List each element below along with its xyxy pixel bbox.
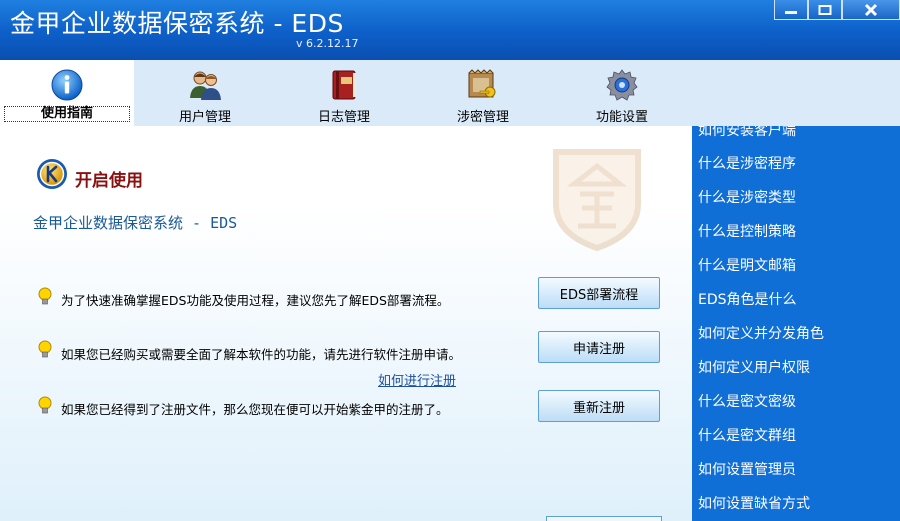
users-icon [190,71,221,100]
help-topic-link[interactable]: EDS角色是什么 [698,289,797,309]
secret-key-icon [468,69,496,98]
lightbulb-icon [38,287,52,305]
help-topic-link[interactable]: 如何设置管理员 [698,459,796,479]
start-usage-icon [37,159,67,189]
help-topic-link[interactable]: 什么是控制策略 [698,221,796,241]
help-topic-link[interactable]: 如何定义并分发角色 [698,323,824,343]
help-topic-link[interactable]: 什么是密文密级 [698,391,796,411]
apply-registration-button[interactable]: 申请注册 [538,331,660,363]
tab-label: 用户管理 [178,110,231,125]
lightbulb-icon [38,396,52,414]
help-topic-link[interactable]: 什么是密文群组 [698,425,796,445]
partial-button[interactable] [546,516,662,521]
close-icon [864,3,878,16]
window-controls [774,0,900,20]
info-icon [51,69,83,101]
tab-label: 功能设置 [595,110,648,125]
logbook-icon [332,70,356,100]
window-title: 金甲企业数据保密系统 - EDS [10,9,344,38]
title-bar: 金甲企业数据保密系统 - EDS v 6.2.12.17 [0,0,900,60]
eds-deployment-flow-button[interactable]: EDS部署流程 [538,277,660,309]
tab-log-management[interactable]: 日志管理 [277,60,411,126]
help-topic-link[interactable]: 如何定义用户权限 [698,357,810,377]
help-topic-link[interactable]: 如何设置缺省方式 [698,493,810,513]
main-toolbar: 使用指南 用户管理 日志管理 涉密管理 功能设置 [0,60,900,126]
product-subtitle: 金甲企业数据保密系统 - EDS [33,214,238,232]
tip-text-reregister: 如果您已经得到了注册文件，那么您现在便可以开始紫金甲的注册了。 [61,402,449,417]
tab-secret-management[interactable]: 涉密管理 [416,60,550,126]
help-topic-link[interactable]: 什么是涉密类型 [698,187,796,207]
re-register-button[interactable]: 重新注册 [538,390,660,422]
help-topic-link[interactable]: 如何安装客户端 [698,126,796,140]
lightbulb-icon [38,340,52,358]
how-to-register-link[interactable]: 如何进行注册 [378,370,456,389]
version-label: v 6.2.12.17 [296,37,359,50]
tab-function-settings[interactable]: 功能设置 [555,60,689,126]
tab-user-management[interactable]: 用户管理 [138,60,272,126]
help-topics-sidebar: 如何安装客户端 什么是涉密程序 什么是涉密类型 什么是控制策略 什么是明文邮箱 … [692,126,900,521]
help-topic-link[interactable]: 什么是明文邮箱 [698,255,796,275]
minimize-icon [785,10,797,14]
tab-label: 使用指南 [4,106,130,122]
content-panel: 开启使用 金甲企业数据保密系统 - EDS 为了快速准确掌握EDS功能及使用过程… [0,126,692,521]
close-button[interactable] [842,0,900,20]
tab-label: 日志管理 [317,110,370,125]
gear-icon [606,69,638,101]
minimize-button[interactable] [774,0,808,20]
tip-text-deployment: 为了快速准确掌握EDS功能及使用过程，建议您先了解EDS部署流程。 [61,293,450,308]
tab-usage-guide[interactable]: 使用指南 [0,60,134,126]
maximize-button[interactable] [808,0,842,20]
maximize-icon [818,4,832,15]
shield-watermark-icon [553,149,641,252]
section-title: 开启使用 [75,171,143,191]
tab-label: 涉密管理 [456,110,509,125]
help-topic-link[interactable]: 什么是涉密程序 [698,153,796,173]
tip-text-apply: 如果您已经购买或需要全面了解本软件的功能，请先进行软件注册申请。 [61,347,462,362]
